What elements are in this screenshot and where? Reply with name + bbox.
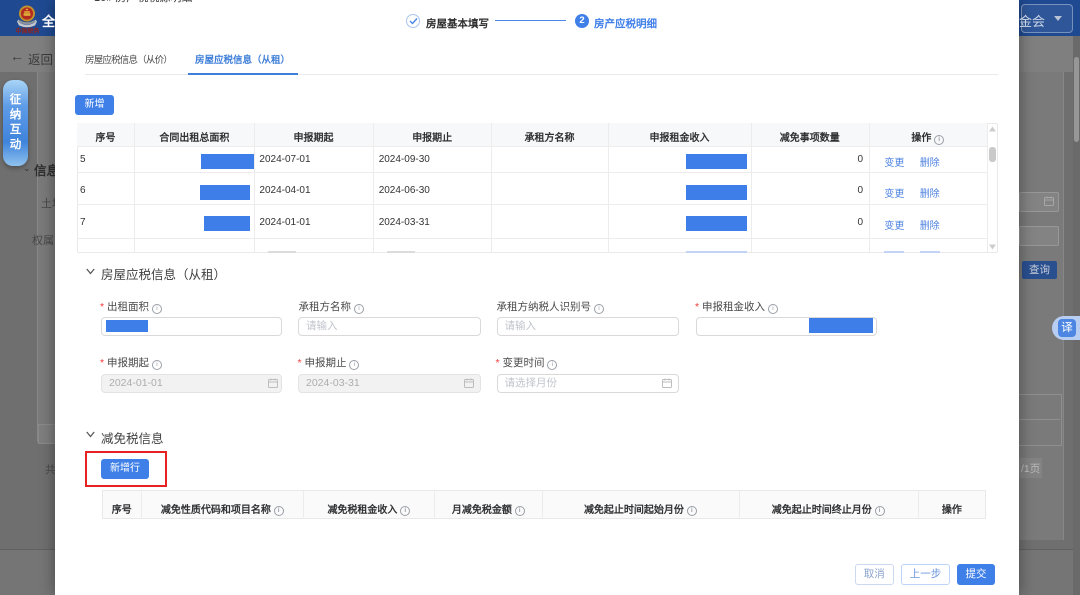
svg-text:中国税务: 中国税务 <box>16 27 40 34</box>
